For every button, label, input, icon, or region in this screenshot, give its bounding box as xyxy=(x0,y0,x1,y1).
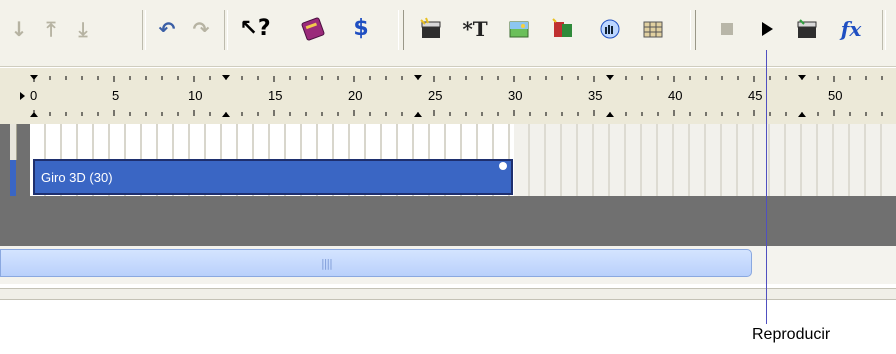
toolbar-grip xyxy=(398,10,404,50)
timeline-clip[interactable]: Giro 3D (30) xyxy=(33,159,513,195)
clapper-icon[interactable] xyxy=(416,14,446,44)
status-divider xyxy=(0,288,896,300)
ruler-label: 45 xyxy=(748,88,763,103)
film-grid-icon[interactable] xyxy=(638,14,668,44)
toolbar-separator xyxy=(142,10,146,50)
callout-line xyxy=(766,50,767,324)
move-to-bottom-icon[interactable]: ⤓ xyxy=(68,14,98,44)
timeline-ruler[interactable]: 0 5 10 15 20 25 30 35 40 45 50 xyxy=(0,67,896,125)
hand-icon[interactable] xyxy=(594,14,624,44)
ruler-label: 10 xyxy=(188,88,203,103)
ruler-label: 40 xyxy=(668,88,683,103)
text-icon[interactable]: *T xyxy=(460,14,490,44)
toolbar-separator xyxy=(224,10,228,50)
ruler-label: 20 xyxy=(348,88,363,103)
redo-icon[interactable]: ↷ xyxy=(186,14,216,44)
track-handle[interactable] xyxy=(10,124,17,160)
book-icon[interactable] xyxy=(298,14,328,44)
scrollbar-thumb[interactable]: |||| xyxy=(0,249,752,277)
effects-icon[interactable]: fx xyxy=(836,14,866,44)
stop-icon[interactable] xyxy=(712,14,742,44)
help-cursor-icon[interactable]: ↖? xyxy=(239,14,270,44)
ruler-label: 50 xyxy=(828,88,843,103)
ruler-label: 35 xyxy=(588,88,603,103)
image-icon[interactable] xyxy=(504,14,534,44)
callout-label: Reproducir xyxy=(752,326,831,343)
clip-label: Giro 3D (30) xyxy=(41,170,113,185)
play-icon[interactable] xyxy=(752,14,782,44)
clip-end-handle[interactable] xyxy=(499,162,507,170)
dollar-icon[interactable]: $ xyxy=(346,14,376,44)
toolbar-separator xyxy=(882,10,886,50)
move-down-icon[interactable]: ↓ xyxy=(4,14,34,44)
track-selected-marker xyxy=(10,160,16,196)
toolbar: ↓ ⤒ ⤓ ↶ ↷ ↖? $ *T fx xyxy=(0,0,896,67)
scrollbar-grip-icon: |||| xyxy=(321,257,333,270)
clapper-add-icon[interactable] xyxy=(792,14,822,44)
undo-icon[interactable]: ↶ xyxy=(152,14,182,44)
ruler-label: 25 xyxy=(428,88,443,103)
move-to-top-icon[interactable]: ⤒ xyxy=(36,14,66,44)
ruler-label: 30 xyxy=(508,88,523,103)
ruler-label: 0 xyxy=(30,88,38,103)
ruler-label: 15 xyxy=(268,88,283,103)
track-empty-region[interactable] xyxy=(514,124,896,196)
ruler-label: 5 xyxy=(112,88,120,103)
transition-icon[interactable] xyxy=(548,14,578,44)
toolbar-grip xyxy=(690,10,696,50)
